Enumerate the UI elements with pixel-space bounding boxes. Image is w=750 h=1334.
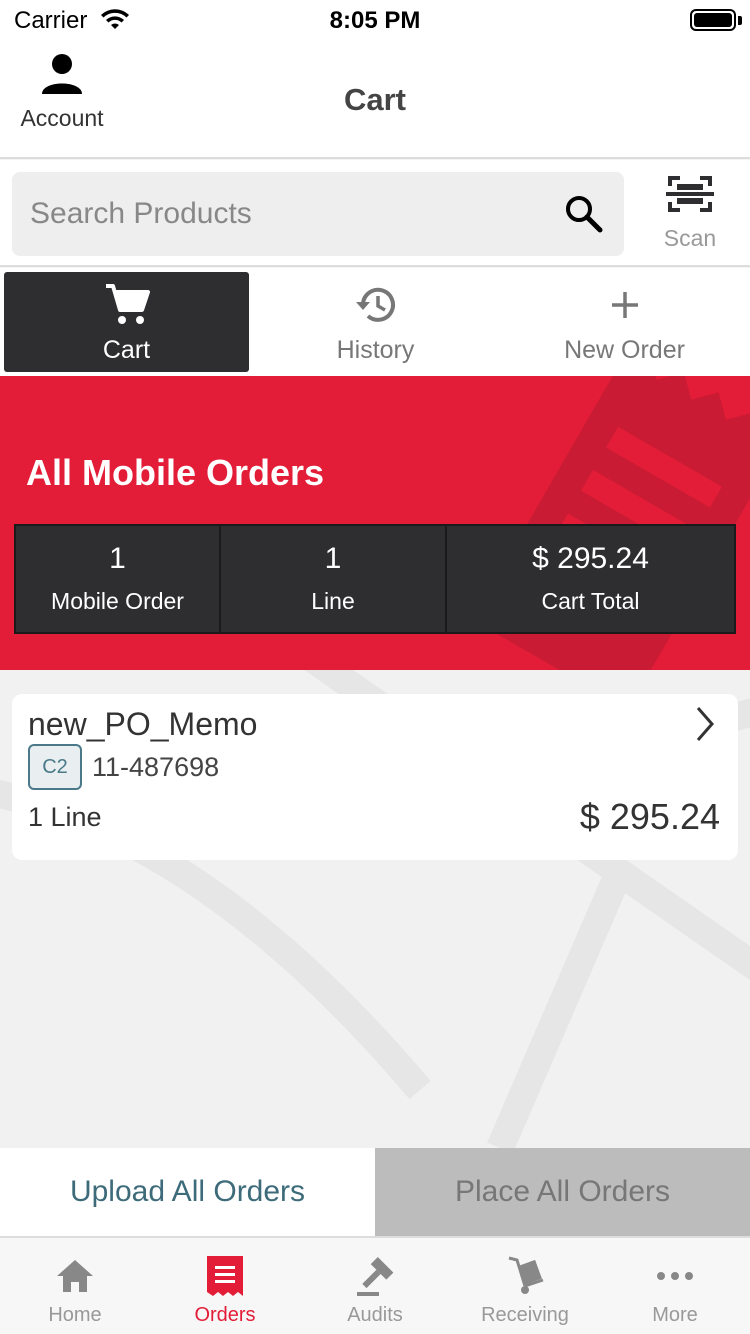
- tab-history[interactable]: History: [253, 272, 498, 372]
- stat-label: Mobile Order: [51, 588, 184, 614]
- search-box: [12, 172, 624, 256]
- stat-value: 1: [324, 542, 342, 575]
- cart-icon: [105, 284, 150, 324]
- place-all-orders-button[interactable]: Place All Orders: [375, 1148, 750, 1236]
- nav-orders[interactable]: Orders: [150, 1238, 300, 1334]
- stat-label: Cart Total: [541, 588, 640, 614]
- tab-label: New Order: [564, 336, 685, 364]
- scan-button[interactable]: Scan: [640, 174, 740, 252]
- more-dots-icon: [657, 1272, 693, 1280]
- stat-mobile-orders: 1 Mobile Order: [16, 526, 221, 632]
- orders-list: new_PO_Memo C2 11-487698 1 Line $ 295.24: [0, 670, 750, 1148]
- scan-label: Scan: [663, 225, 717, 251]
- search-input[interactable]: [30, 172, 550, 256]
- tab-label: Cart: [102, 336, 151, 364]
- app-header: Account Cart: [0, 42, 750, 159]
- nav-label: Audits: [347, 1304, 403, 1326]
- plus-icon: [611, 292, 638, 318]
- nav-receiving[interactable]: Receiving: [450, 1238, 600, 1334]
- chevron-right-icon: [696, 707, 714, 741]
- search-bar: Scan: [0, 160, 750, 267]
- status-bar: Carrier 8:05 PM: [0, 0, 750, 42]
- schedule-badge: C2: [28, 744, 82, 790]
- nav-home[interactable]: Home: [0, 1238, 150, 1334]
- tab-bar: Cart History New Order: [0, 268, 750, 376]
- stat-label: Line: [311, 588, 355, 614]
- order-card[interactable]: new_PO_Memo C2 11-487698 1 Line $ 295.24: [12, 694, 738, 860]
- stat-lines: 1 Line: [221, 526, 447, 632]
- battery-icon: [690, 9, 736, 31]
- home-icon: [57, 1260, 93, 1292]
- tab-new-order[interactable]: New Order: [502, 272, 747, 372]
- gavel-icon: [357, 1257, 394, 1296]
- order-line-count: 1 Line: [28, 802, 102, 832]
- action-bar: Upload All Orders Place All Orders: [0, 1148, 750, 1236]
- history-icon: [355, 287, 395, 322]
- nav-more[interactable]: More: [600, 1238, 750, 1334]
- order-name: new_PO_Memo: [28, 706, 258, 742]
- search-icon[interactable]: [564, 194, 604, 234]
- order-account-number: 11-487698: [92, 752, 220, 782]
- tab-cart[interactable]: Cart: [4, 272, 249, 372]
- banner-title: All Mobile Orders: [26, 452, 325, 493]
- hand-truck-icon: [508, 1256, 544, 1294]
- nav-label: Home: [48, 1304, 102, 1326]
- tab-label: History: [336, 336, 415, 364]
- nav-label: Receiving: [481, 1304, 569, 1326]
- nav-label: Orders: [194, 1304, 256, 1326]
- page-title: Cart: [343, 82, 406, 117]
- orders-summary-banner: All Mobile Orders 1 Mobile Order 1 Line …: [0, 376, 750, 670]
- nav-label: More: [652, 1304, 698, 1326]
- nav-audits[interactable]: Audits: [300, 1238, 450, 1334]
- status-time: 8:05 PM: [329, 7, 421, 34]
- orders-icon: [207, 1256, 243, 1296]
- stat-value: $ 295.24: [532, 542, 649, 575]
- stat-value: 1: [109, 542, 126, 575]
- order-total: $ 295.24: [579, 796, 720, 837]
- barcode-scan-icon: [666, 176, 714, 212]
- bottom-nav: Home Orders Audits Receiving More: [0, 1236, 750, 1334]
- stat-cart-total: $ 295.24 Cart Total: [447, 526, 734, 632]
- stats-panel: 1 Mobile Order 1 Line $ 295.24 Cart Tota…: [14, 524, 736, 634]
- upload-all-orders-button[interactable]: Upload All Orders: [0, 1148, 375, 1236]
